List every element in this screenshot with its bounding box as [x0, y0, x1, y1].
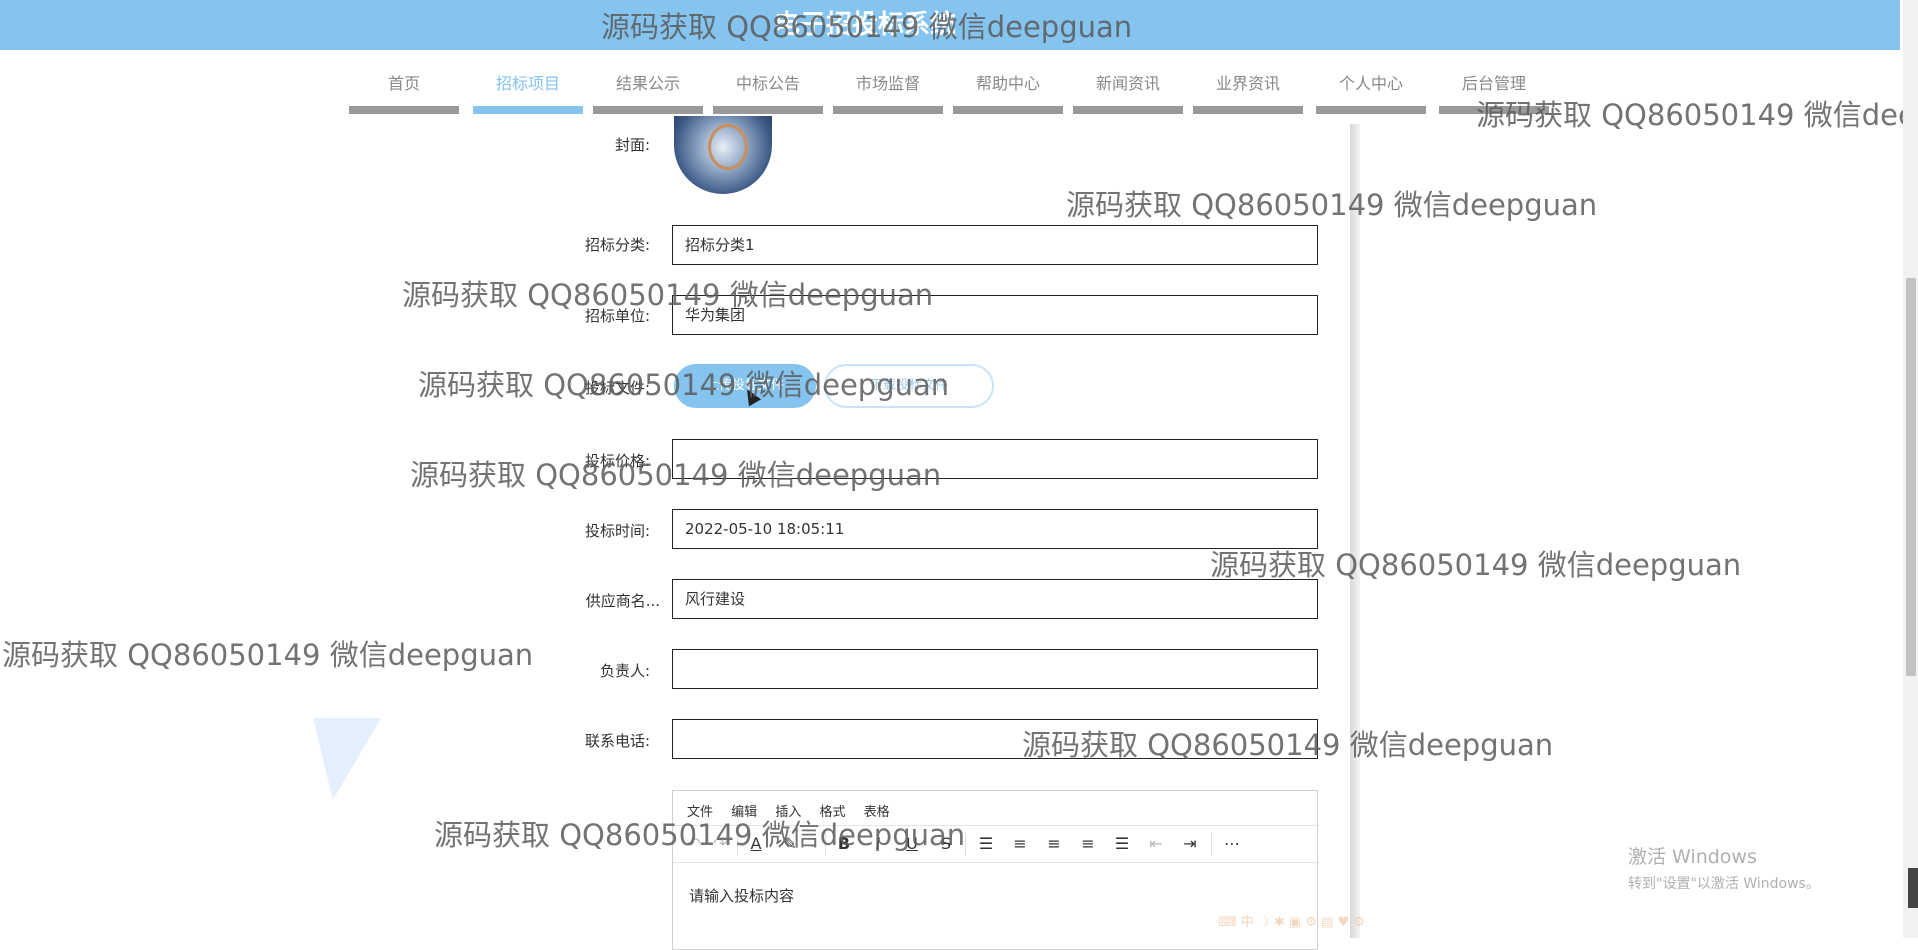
toolbar-divider [1211, 832, 1212, 856]
watermark-text: 源码获取 QQ86050149 微信deepguan [1066, 188, 1598, 222]
category-field[interactable]: 招标分类1 [672, 225, 1318, 265]
nav-underline [953, 106, 1063, 114]
nav-underline [1439, 106, 1549, 114]
phone-label: 联系电话: [584, 732, 650, 750]
align-left-icon[interactable]: ≡ [1007, 832, 1033, 856]
nav-underline [833, 106, 943, 114]
align-justify-icon[interactable]: ☰ [1109, 832, 1135, 856]
cover-image[interactable] [674, 116, 772, 194]
windows-activation-subtitle: 转到"设置"以激活 Windows。 [1628, 876, 1820, 892]
font-color-icon[interactable]: A [743, 832, 769, 856]
nav-label: 市场监督 [855, 74, 920, 93]
chevron-down-icon[interactable]: ⌄ [799, 832, 825, 856]
italic-icon[interactable]: I [865, 832, 891, 856]
time-field[interactable]: 2022-05-10 18:05:11 [672, 509, 1318, 549]
windows-activation-title: 激活 Windows [1628, 846, 1757, 868]
nav-item-industry-news[interactable]: 业界资讯 [1193, 64, 1303, 114]
nav-item-news[interactable]: 新闻资讯 [1073, 64, 1183, 114]
nav-underline [713, 106, 823, 114]
redo-icon[interactable]: ↷ [707, 832, 733, 856]
toolbar-divider [965, 832, 966, 856]
side-widget[interactable] [1908, 868, 1918, 908]
scrollbar-thumb[interactable] [1906, 278, 1916, 676]
file-label: 投标文件: [584, 379, 650, 397]
nav-label: 首页 [387, 74, 420, 93]
editor-menu-edit[interactable]: 编辑 [731, 805, 757, 820]
nav-item-personal-center[interactable]: 个人中心 [1316, 64, 1426, 114]
nav-label: 帮助中心 [975, 74, 1040, 93]
watermark-text: 源码获取 QQ86050149 微信deepguan [2, 638, 534, 672]
nav-label: 中标公告 [735, 74, 800, 93]
editor-content-placeholder[interactable]: 请输入投标内容 [689, 885, 794, 906]
ordered-list-icon[interactable]: ☰ [973, 832, 999, 856]
toolbar-divider [825, 832, 826, 856]
nav-item-bidding-projects[interactable]: 招标项目 [473, 64, 583, 114]
nav-underline [593, 106, 703, 114]
time-label: 投标时间: [584, 522, 650, 540]
nav-item-home[interactable]: 首页 [349, 64, 459, 114]
outdent-icon[interactable]: ⇤ [1143, 832, 1169, 856]
cover-label: 封面: [614, 136, 650, 154]
nav-label: 业界资讯 [1215, 74, 1280, 93]
nav-label: 新闻资讯 [1095, 74, 1160, 93]
more-icon[interactable]: ⋯ [1219, 832, 1245, 856]
unit-field[interactable]: 华为集团 [672, 295, 1318, 335]
manager-label: 负责人: [599, 662, 650, 680]
nav-item-award-notice[interactable]: 中标公告 [713, 64, 823, 114]
ime-toolbar[interactable]: ⌨ 中 ☽ ✱ ▣ ⚙ ▤ ♥ ⚙ [1218, 912, 1428, 934]
download-file-button[interactable]: 下载投标文件 [824, 364, 994, 408]
nav-item-admin[interactable]: 后台管理 [1439, 64, 1549, 114]
category-label: 招标分类: [584, 236, 650, 254]
editor-menu-format[interactable]: 格式 [819, 805, 845, 820]
editor-toolbar: ↶ ↷ A ✎ ⌄ B I U S ☰ ≡ ≡ ≡ ☰ ⇤ ⇥ ⋯ [673, 825, 1317, 863]
nav-underline [1193, 106, 1303, 114]
site-title: 电子招投标系统 [773, 10, 956, 40]
supplier-field[interactable]: 风行建设 [672, 579, 1318, 619]
undo-icon[interactable]: ↶ [681, 832, 707, 856]
nav-label: 招标项目 [495, 74, 560, 93]
cover-ring [708, 124, 748, 170]
editor-menubar: 文件 编辑 插入 格式 表格 [687, 801, 904, 821]
manager-field[interactable] [672, 649, 1318, 689]
nav-underline [349, 106, 459, 114]
underline-icon[interactable]: U [899, 832, 925, 856]
align-center-icon[interactable]: ≡ [1041, 832, 1067, 856]
nav-underline [473, 106, 583, 114]
align-right-icon[interactable]: ≡ [1075, 832, 1101, 856]
nav-item-help-center[interactable]: 帮助中心 [953, 64, 1063, 114]
phone-field[interactable] [672, 719, 1318, 759]
nav-label: 结果公示 [615, 74, 680, 93]
nav-label: 个人中心 [1338, 74, 1403, 93]
decorative-triangle [298, 718, 382, 800]
price-field[interactable] [672, 439, 1318, 479]
editor-menu-file[interactable]: 文件 [687, 805, 713, 820]
toolbar-divider [737, 832, 738, 856]
indent-icon[interactable]: ⇥ [1177, 832, 1203, 856]
nav-underline [1316, 106, 1426, 114]
nav-item-results[interactable]: 结果公示 [593, 64, 703, 114]
unit-label: 招标单位: [584, 307, 650, 325]
nav-underline [1073, 106, 1183, 114]
editor-menu-table[interactable]: 表格 [864, 805, 890, 820]
upload-file-button[interactable]: 上传投标文件 [674, 364, 816, 408]
windows-activation-notice: 激活 Windows 转到"设置"以激活 Windows。 [1628, 842, 1820, 893]
price-label: 投标价格: [584, 452, 650, 470]
nav-item-market-supervision[interactable]: 市场监督 [833, 64, 943, 114]
editor-menu-insert[interactable]: 插入 [775, 805, 801, 820]
bold-icon[interactable]: B [831, 832, 857, 856]
supplier-label: 供应商名... [585, 592, 660, 610]
strikethrough-icon[interactable]: S [933, 832, 959, 856]
nav-label: 后台管理 [1461, 74, 1526, 93]
form-panel-shadow [1350, 124, 1360, 938]
